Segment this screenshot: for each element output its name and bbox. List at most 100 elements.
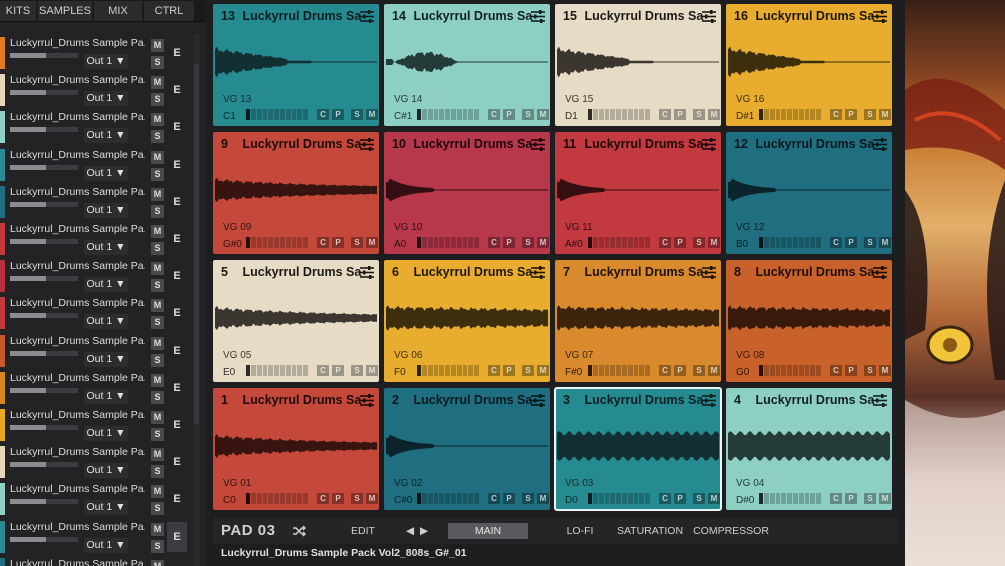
- pad-polyphony-button[interactable]: P: [503, 493, 515, 504]
- channel-row[interactable]: Luckyrrul_Drums Sample Pa... M: [0, 555, 190, 566]
- pad-color-button[interactable]: C: [317, 237, 329, 248]
- channel-row[interactable]: Luckyrrul_Drums Sample Pa... Out 1 ▼ M S E: [0, 220, 190, 257]
- volume-fader[interactable]: [10, 276, 78, 282]
- pad-mute-button[interactable]: M: [879, 493, 891, 504]
- volume-fader[interactable]: [10, 387, 78, 393]
- settings-sliders-icon[interactable]: [531, 394, 545, 407]
- pad-solo-button[interactable]: S: [864, 109, 876, 120]
- pad-polyphony-button[interactable]: P: [845, 237, 857, 248]
- mute-button[interactable]: M: [151, 76, 164, 90]
- volume-fader[interactable]: [10, 350, 78, 356]
- volume-fader[interactable]: [10, 53, 78, 58]
- output-select[interactable]: Out 1 ▼: [84, 500, 128, 516]
- edit-channel-button[interactable]: E: [167, 187, 187, 217]
- volume-fader[interactable]: [10, 201, 78, 207]
- pad-solo-button[interactable]: S: [351, 365, 363, 376]
- pad-solo-button[interactable]: S: [693, 365, 705, 376]
- prev-pad-button[interactable]: ◀: [404, 523, 416, 539]
- mute-button[interactable]: M: [151, 448, 164, 462]
- pad-solo-button[interactable]: S: [693, 237, 705, 248]
- settings-sliders-icon[interactable]: [531, 138, 545, 151]
- edit-channel-button[interactable]: E: [167, 521, 187, 552]
- volume-fader[interactable]: [10, 462, 78, 468]
- channel-row[interactable]: Luckyrrul_Drums Sample Pa... Out 1 ▼ M S E: [0, 257, 190, 294]
- pad-1[interactable]: 1 Luckyrrul Drums Sa VG 01 C0 C P S M: [213, 388, 379, 510]
- pad-color-button[interactable]: C: [488, 493, 500, 504]
- pad-solo-button[interactable]: S: [522, 237, 534, 248]
- channel-row[interactable]: Luckyrrul_Drums Sample Pa... Out 1 ▼ M S E: [0, 294, 190, 331]
- pad-solo-button[interactable]: S: [522, 109, 534, 120]
- pad-10[interactable]: 10 Luckyrrul Drums Sa VG 10 A0 C P S M: [384, 132, 550, 254]
- pad-13[interactable]: 13 Luckyrrul Drums Sa VG 13 C1 C P S M: [213, 4, 379, 126]
- mute-button[interactable]: M: [151, 262, 164, 276]
- channel-row[interactable]: Luckyrrul_Drums Sample Pa... Out 1 ▼ M S E: [0, 332, 190, 369]
- channel-row[interactable]: Luckyrrul_Drums Sample Pa... Out 1 ▼ M S E: [0, 183, 190, 220]
- pad-mute-button[interactable]: M: [537, 493, 549, 504]
- output-select[interactable]: Out 1 ▼: [84, 240, 128, 255]
- settings-sliders-icon[interactable]: [702, 138, 716, 151]
- edit-channel-button[interactable]: E: [167, 38, 187, 68]
- pad-mute-button[interactable]: M: [708, 109, 720, 120]
- pad-color-button[interactable]: C: [659, 237, 671, 248]
- output-select[interactable]: Out 1 ▼: [84, 314, 128, 330]
- pad-mute-button[interactable]: M: [366, 237, 378, 248]
- pad-solo-button[interactable]: S: [522, 493, 534, 504]
- solo-button[interactable]: S: [151, 130, 164, 144]
- settings-sliders-icon[interactable]: [360, 394, 374, 407]
- pad-2[interactable]: 2 Luckyrrul Drums Sa VG 02 C#0 C P S M: [384, 388, 550, 510]
- pad-polyphony-button[interactable]: P: [674, 237, 686, 248]
- channel-row[interactable]: Luckyrrul_Drums Sample Pa... Out 1 ▼ M S E: [0, 443, 190, 480]
- pad-mute-button[interactable]: M: [708, 493, 720, 504]
- pad-polyphony-button[interactable]: P: [332, 365, 344, 376]
- channel-row[interactable]: Luckyrrul_Drums Sample Pa... Out 1 ▼ M S E: [0, 406, 190, 443]
- settings-sliders-icon[interactable]: [873, 394, 887, 407]
- output-select[interactable]: Out 1 ▼: [84, 351, 128, 367]
- output-select[interactable]: Out 1 ▼: [84, 91, 128, 107]
- pad-9[interactable]: 9 Luckyrrul Drums Sa VG 09 G#0 C P S M: [213, 132, 379, 254]
- settings-sliders-icon[interactable]: [360, 10, 374, 23]
- pad-solo-button[interactable]: S: [864, 493, 876, 504]
- channel-row[interactable]: Luckyrrul_Drums Sample Pa... Out 1 ▼ M S E: [0, 34, 190, 71]
- solo-button[interactable]: S: [151, 279, 164, 293]
- edit-channel-button[interactable]: E: [167, 261, 187, 291]
- pad-mute-button[interactable]: M: [537, 237, 549, 248]
- shuffle-icon[interactable]: [292, 524, 307, 538]
- pad-polyphony-button[interactable]: P: [845, 109, 857, 120]
- tab-mix[interactable]: MIX: [94, 1, 144, 21]
- solo-button[interactable]: S: [151, 539, 164, 553]
- pad-3[interactable]: 3 Luckyrrul Drums Sa VG 03 D0 C P S M: [554, 387, 722, 511]
- pad-mute-button[interactable]: M: [879, 237, 891, 248]
- pad-color-button[interactable]: C: [659, 365, 671, 376]
- pad-color-button[interactable]: C: [830, 493, 842, 504]
- output-select[interactable]: Out 1 ▼: [84, 202, 128, 218]
- pad-polyphony-button[interactable]: P: [674, 365, 686, 376]
- output-select[interactable]: Out 1 ▼: [84, 388, 128, 404]
- pad-color-button[interactable]: C: [659, 109, 671, 120]
- channel-scrollbar[interactable]: [193, 34, 200, 566]
- edit-channel-button[interactable]: E: [167, 224, 187, 254]
- settings-sliders-icon[interactable]: [531, 10, 545, 23]
- pad-color-button[interactable]: C: [488, 237, 500, 248]
- mute-button[interactable]: M: [151, 485, 164, 499]
- volume-fader[interactable]: [10, 499, 78, 505]
- solo-button[interactable]: S: [151, 502, 164, 516]
- volume-fader[interactable]: [10, 313, 78, 319]
- settings-sliders-icon[interactable]: [702, 10, 716, 23]
- pad-solo-button[interactable]: S: [351, 237, 363, 248]
- tab-main[interactable]: MAIN: [448, 523, 528, 539]
- settings-sliders-icon[interactable]: [531, 266, 545, 279]
- solo-button[interactable]: S: [151, 242, 164, 255]
- pad-6[interactable]: 6 Luckyrrul Drums Sa VG 06 F0 C P S M: [384, 260, 550, 382]
- pad-mute-button[interactable]: M: [366, 493, 378, 504]
- settings-sliders-icon[interactable]: [702, 394, 716, 407]
- solo-button[interactable]: S: [151, 390, 164, 404]
- pad-solo-button[interactable]: S: [693, 493, 705, 504]
- pad-mute-button[interactable]: M: [708, 365, 720, 376]
- mute-button[interactable]: M: [151, 522, 164, 536]
- output-select[interactable]: Out 1 ▼: [84, 165, 128, 181]
- pad-mute-button[interactable]: M: [879, 109, 891, 120]
- channel-row[interactable]: Luckyrrul_Drums Sample Pa... Out 1 ▼ M S E: [0, 108, 190, 145]
- solo-button[interactable]: S: [151, 56, 164, 69]
- volume-fader[interactable]: [10, 239, 78, 244]
- pad-11[interactable]: 11 Luckyrrul Drums Sa VG 11 A#0 C P S M: [555, 132, 721, 254]
